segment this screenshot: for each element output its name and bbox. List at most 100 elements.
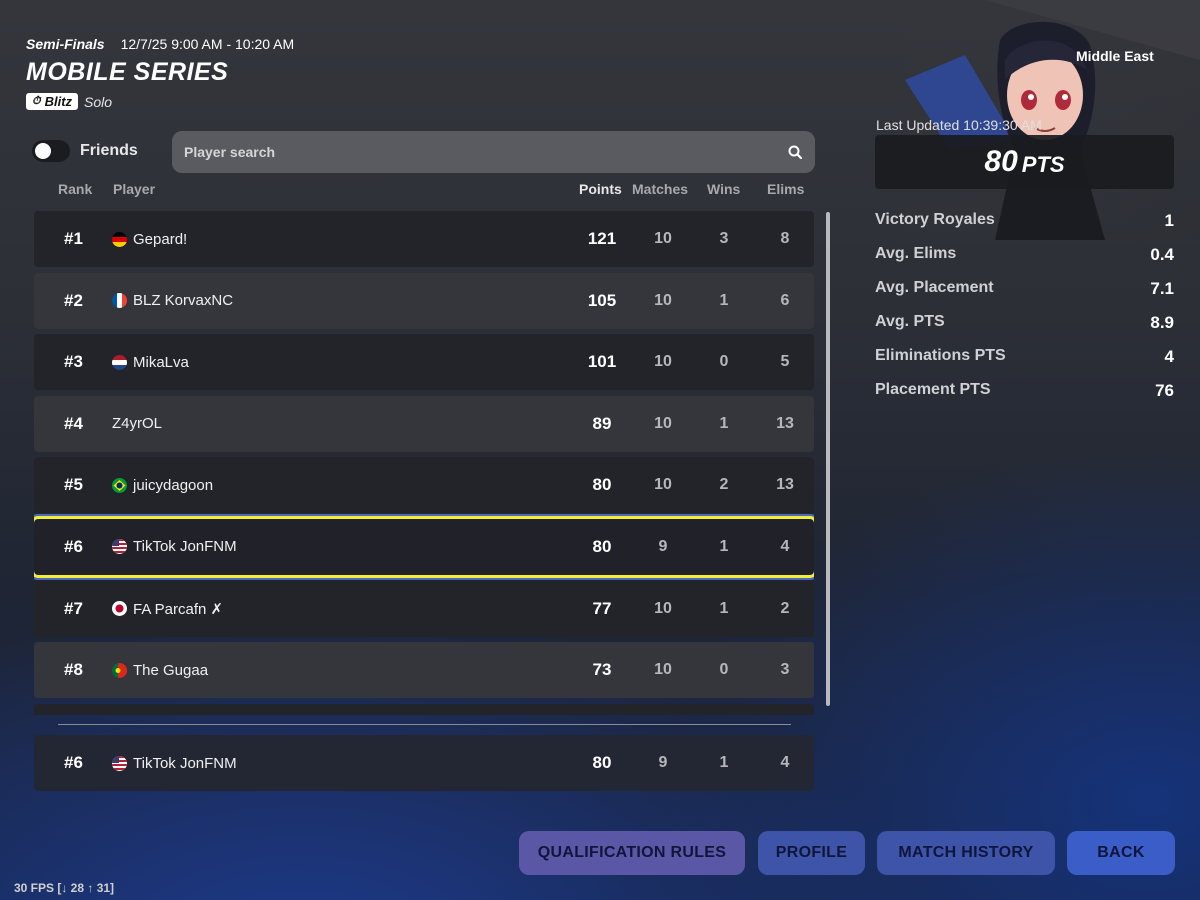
stat-avg-pts: Avg. PTS 8.9 — [875, 313, 1174, 347]
row-elims: 13 — [776, 476, 794, 494]
row-wins: 2 — [719, 476, 729, 494]
row-player-name: MikaLva — [133, 353, 189, 371]
row-matches: 9 — [658, 537, 668, 555]
event-datetime: 12/7/25 9:00 AM - 10:20 AM — [120, 36, 295, 52]
stat-avg-placement: Avg. Placement 7.1 — [875, 279, 1174, 313]
qualification-rules-button[interactable]: QUALIFICATION RULES — [519, 831, 745, 875]
row-player-name: Gepard! — [133, 230, 188, 248]
leaderboard-row[interactable]: #2 BLZ KorvaxNC 105 10 1 6 — [34, 272, 814, 329]
row-wins: 1 — [719, 537, 729, 555]
row-matches: 10 — [654, 291, 672, 309]
stat-label: Avg. Placement — [875, 279, 994, 296]
stat-victory-royales: Victory Royales 1 — [875, 211, 1174, 245]
leaderboard-row[interactable]: #1 Gepard! 121 10 3 8 — [34, 211, 814, 267]
flag-icon — [112, 231, 127, 247]
row-elims: 13 — [776, 414, 794, 432]
leaderboard-row[interactable]: #7 FA Parcafn ✗ 77 10 1 2 — [34, 580, 814, 637]
profile-button[interactable]: PROFILE — [758, 831, 865, 875]
friends-filter[interactable]: Friends — [32, 140, 138, 162]
flag-icon — [112, 354, 127, 370]
stat-value: 1 — [1164, 211, 1174, 230]
row-points: 80 — [592, 536, 612, 556]
flag-icon — [112, 601, 127, 617]
stat-elimination-pts: Eliminations PTS 4 — [875, 347, 1174, 381]
row-player: TikTok JonFNM — [112, 538, 237, 555]
row-matches: 10 — [654, 599, 672, 617]
column-matches[interactable]: Matches — [632, 181, 688, 197]
column-player: Player — [113, 181, 156, 197]
mode-badge-label: Blitz — [44, 94, 73, 109]
row-points: 77 — [592, 598, 612, 618]
row-rank: #1 — [64, 229, 83, 248]
stat-label: Victory Royales — [875, 211, 995, 228]
stat-value: 7.1 — [1150, 279, 1174, 298]
row-points: 121 — [587, 229, 617, 248]
flag-icon — [112, 662, 127, 678]
pinned-name: TikTok JonFNM — [133, 754, 237, 772]
row-player: MikaLva — [112, 354, 189, 371]
stat-label: Eliminations PTS — [875, 347, 1006, 364]
scrollbar[interactable] — [826, 212, 830, 706]
column-wins[interactable]: Wins — [707, 181, 740, 197]
leaderboard-row[interactable]: #8 The Gugaa 73 10 0 3 — [34, 642, 814, 699]
flag-icon — [112, 755, 127, 771]
event-info: Semi-Finals 12/7/25 9:00 AM - 10:20 AM — [26, 36, 294, 52]
player-region: Middle East — [1076, 48, 1154, 64]
row-elims: 6 — [780, 291, 790, 309]
flag-icon — [112, 539, 127, 555]
points-value: 80 — [984, 145, 1018, 178]
row-elims: 3 — [780, 661, 790, 679]
row-rank: #5 — [64, 475, 83, 495]
search-icon[interactable] — [787, 144, 803, 160]
event-title: MOBILE SERIES — [26, 58, 229, 86]
column-rank: Rank — [58, 181, 93, 197]
match-history-button[interactable]: MATCH HISTORY — [877, 831, 1055, 875]
row-wins: 0 — [719, 353, 729, 371]
row-points: 73 — [592, 660, 612, 680]
leaderboard-row-self[interactable]: #6 TikTok JonFNM 80 9 1 4 — [34, 515, 814, 578]
row-points: 89 — [592, 413, 612, 433]
row-matches: 10 — [654, 661, 672, 679]
stat-value: 4 — [1164, 347, 1174, 366]
points-summary: 80 PTS — [875, 135, 1174, 189]
row-matches: 10 — [654, 353, 672, 371]
event-header: Semi-Finals 12/7/25 9:00 AM - 10:20 AM M… — [26, 36, 294, 110]
flag-icon — [112, 477, 127, 493]
points-unit: PTS — [1021, 151, 1065, 177]
back-button[interactable]: BACK — [1067, 831, 1175, 875]
row-matches: 10 — [654, 414, 672, 432]
friends-label: Friends — [80, 142, 138, 159]
mode-line: ⏱ Blitz Solo — [26, 93, 294, 110]
leaderboard-row[interactable]: #3 MikaLva 101 10 0 5 — [34, 334, 814, 391]
row-player: juicydagoon — [112, 477, 213, 494]
row-player: The Gugaa — [112, 662, 208, 679]
stat-placement-pts: Placement PTS 76 — [875, 381, 1174, 415]
fps-counter: 30 FPS [↓ 28 ↑ 31] — [14, 881, 115, 895]
leaderboard-list: #1 Gepard! 121 10 3 8 #2 BLZ KorvaxNC 105 10 1 6 #3 M… — [34, 211, 814, 715]
leaderboard-row[interactable]: #5 juicydagoon 80 10 2 13 — [34, 457, 814, 514]
row-player: BLZ KorvaxNC — [112, 292, 233, 309]
row-wins: 0 — [719, 661, 729, 679]
player-search[interactable] — [172, 131, 815, 173]
column-points[interactable]: Points — [579, 181, 622, 197]
blitz-badge-icon: ⏱ — [32, 95, 41, 107]
row-rank: #3 — [64, 352, 83, 372]
leaderboard-row[interactable]: #4 Z4yrOL 89 10 1 13 — [34, 395, 814, 452]
row-player-name: TikTok JonFNM — [133, 538, 237, 556]
row-rank: #6 — [64, 536, 83, 556]
pinned-rank: #6 — [64, 753, 83, 772]
column-elims[interactable]: Elims — [767, 181, 804, 197]
player-search-input[interactable] — [184, 144, 787, 160]
row-points: 105 — [587, 290, 617, 310]
pinned-elims: 4 — [780, 754, 790, 771]
friends-toggle[interactable] — [32, 140, 70, 162]
row-rank: #4 — [64, 413, 83, 433]
player-stats: Victory Royales 1 Avg. Elims 0.4 Avg. Plac… — [875, 211, 1174, 415]
row-rank: #2 — [64, 290, 83, 310]
row-player-name: BLZ KorvaxNC — [133, 292, 234, 310]
stat-value: 8.9 — [1150, 313, 1174, 332]
pinned-player-row[interactable]: #6 TikTok JonFNM 80 9 1 4 — [34, 735, 814, 791]
row-matches: 10 — [654, 476, 672, 494]
row-wins: 3 — [719, 230, 729, 247]
row-points: 101 — [587, 352, 617, 372]
